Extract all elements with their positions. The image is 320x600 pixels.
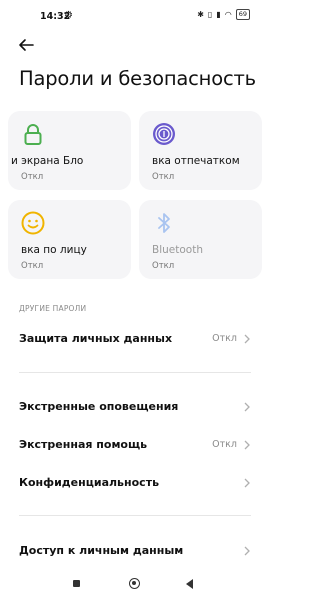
row-privacy[interactable]: Конфиденциальность (0, 466, 270, 500)
tile-label: и экрана Бло (11, 155, 84, 167)
chevron-right-icon (244, 402, 250, 412)
wifi-icon: ◠ (224, 10, 232, 19)
row-value: Откл (212, 333, 237, 344)
tile-status: Откл (152, 172, 175, 182)
row-label: Защита личных данных (19, 332, 173, 345)
row-privacy-protection[interactable]: Защита личных данных Откл (0, 322, 270, 356)
row-emergency-help[interactable]: Экстренная помощь Откл (0, 428, 270, 462)
row-label: Доступ к личным данным (19, 544, 184, 557)
page-title: Пароли и безопасность (19, 67, 256, 90)
row-label: Экстренные оповещения (19, 400, 179, 413)
bluetooth-status-icon: ✱ (197, 10, 204, 19)
navigation-bar (0, 572, 270, 600)
recents-button[interactable] (73, 580, 80, 587)
status-bar: 14:32 ⚙ ✱ ▯ ▮ ◠ 69 (0, 0, 270, 34)
tile-screen-lock[interactable]: и экрана Бло Откл (8, 111, 131, 190)
tile-label: Bluetooth (152, 244, 203, 256)
bluetooth-icon (158, 213, 170, 233)
row-personal-data-access[interactable]: Доступ к личным данным (0, 534, 270, 568)
face-icon (21, 211, 45, 235)
tile-status: Откл (21, 172, 44, 182)
tile-bluetooth[interactable]: Bluetooth Откл (139, 200, 262, 279)
vibrate-icon: ▯ (207, 10, 213, 19)
lock-icon (24, 124, 42, 145)
chevron-right-icon (244, 334, 250, 344)
row-label: Экстренная помощь (19, 438, 148, 451)
row-value: Откл (212, 439, 237, 450)
settings-gear-icon: ⚙ (64, 10, 73, 21)
row-label: Конфиденциальность (19, 476, 160, 489)
divider (19, 372, 251, 373)
chevron-right-icon (244, 478, 250, 488)
back-button[interactable] (14, 34, 38, 56)
nav-back-button[interactable] (186, 579, 193, 589)
home-button[interactable] (129, 578, 140, 589)
tile-status: Откл (21, 261, 44, 271)
tile-label: вка по лицу (21, 244, 87, 256)
row-emergency-alerts[interactable]: Экстренные оповещения (0, 390, 270, 424)
tile-status: Откл (152, 261, 175, 271)
chevron-right-icon (244, 440, 250, 450)
tile-label: вка отпечатком (152, 155, 240, 167)
arrow-left-icon (19, 39, 34, 51)
signal-icon: ▮ (216, 10, 221, 19)
status-icons: ✱ ▯ ▮ ◠ 69 (197, 9, 250, 20)
chevron-right-icon (244, 546, 250, 556)
tile-face-unlock[interactable]: вка по лицу Откл (8, 200, 131, 279)
section-header: ДРУГИЕ ПАРОЛИ (19, 304, 87, 313)
fingerprint-icon (153, 123, 175, 145)
tile-fingerprint[interactable]: вка отпечатком Откл (139, 111, 262, 190)
divider (19, 515, 251, 516)
battery-icon: 69 (235, 9, 250, 20)
